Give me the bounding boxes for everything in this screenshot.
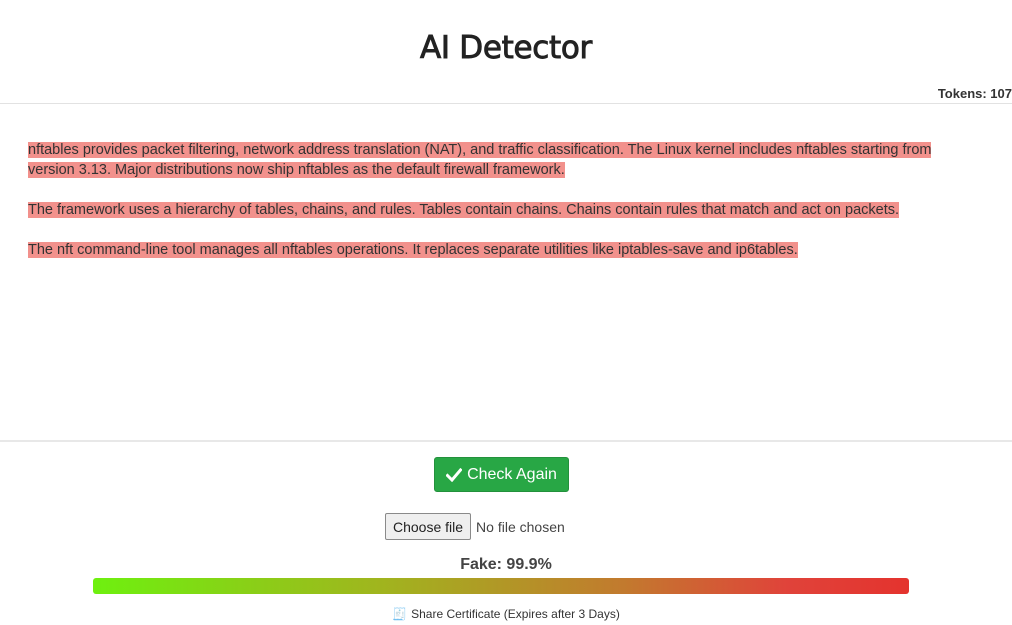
check-icon	[446, 467, 463, 482]
bottom-divider	[0, 440, 1012, 442]
fake-score-label: Fake: 99.9%	[460, 556, 552, 573]
paragraph: The framework uses a hierarchy of tables…	[28, 200, 980, 220]
paragraph: nftables provides packet filtering, netw…	[28, 140, 980, 180]
check-again-button[interactable]: Check Again	[434, 457, 569, 492]
ai-detector-page: AI Detector Tokens: 107 nftables provide…	[0, 0, 1012, 625]
highlighted-sentence: nftables provides packet filtering, netw…	[28, 142, 932, 178]
file-status: No file chosen	[476, 518, 565, 535]
token-count: Tokens: 107	[937, 86, 1012, 101]
highlighted-sentence: The nft command-line tool manages all nf…	[28, 242, 798, 258]
paragraph: The nft command-line tool manages all nf…	[28, 240, 980, 260]
share-certificate-label: Share Certificate (Expires after 3 Days)	[411, 607, 620, 621]
file-upload: Choose file No file chosen	[385, 513, 565, 540]
page-title: AI Detector	[420, 30, 593, 67]
choose-file-button[interactable]: Choose file	[385, 513, 472, 540]
check-again-label: Check Again	[467, 465, 557, 483]
share-certificate-link[interactable]: 🧾 Share Certificate (Expires after 3 Days…	[0, 607, 1012, 621]
highlighted-sentence: The framework uses a hierarchy of tables…	[28, 202, 900, 218]
receipt-icon: 🧾	[392, 607, 408, 621]
analyzed-text-area[interactable]: nftables provides packet filtering, netw…	[28, 140, 980, 280]
top-divider	[0, 103, 1012, 104]
fake-score-meter	[93, 578, 909, 594]
